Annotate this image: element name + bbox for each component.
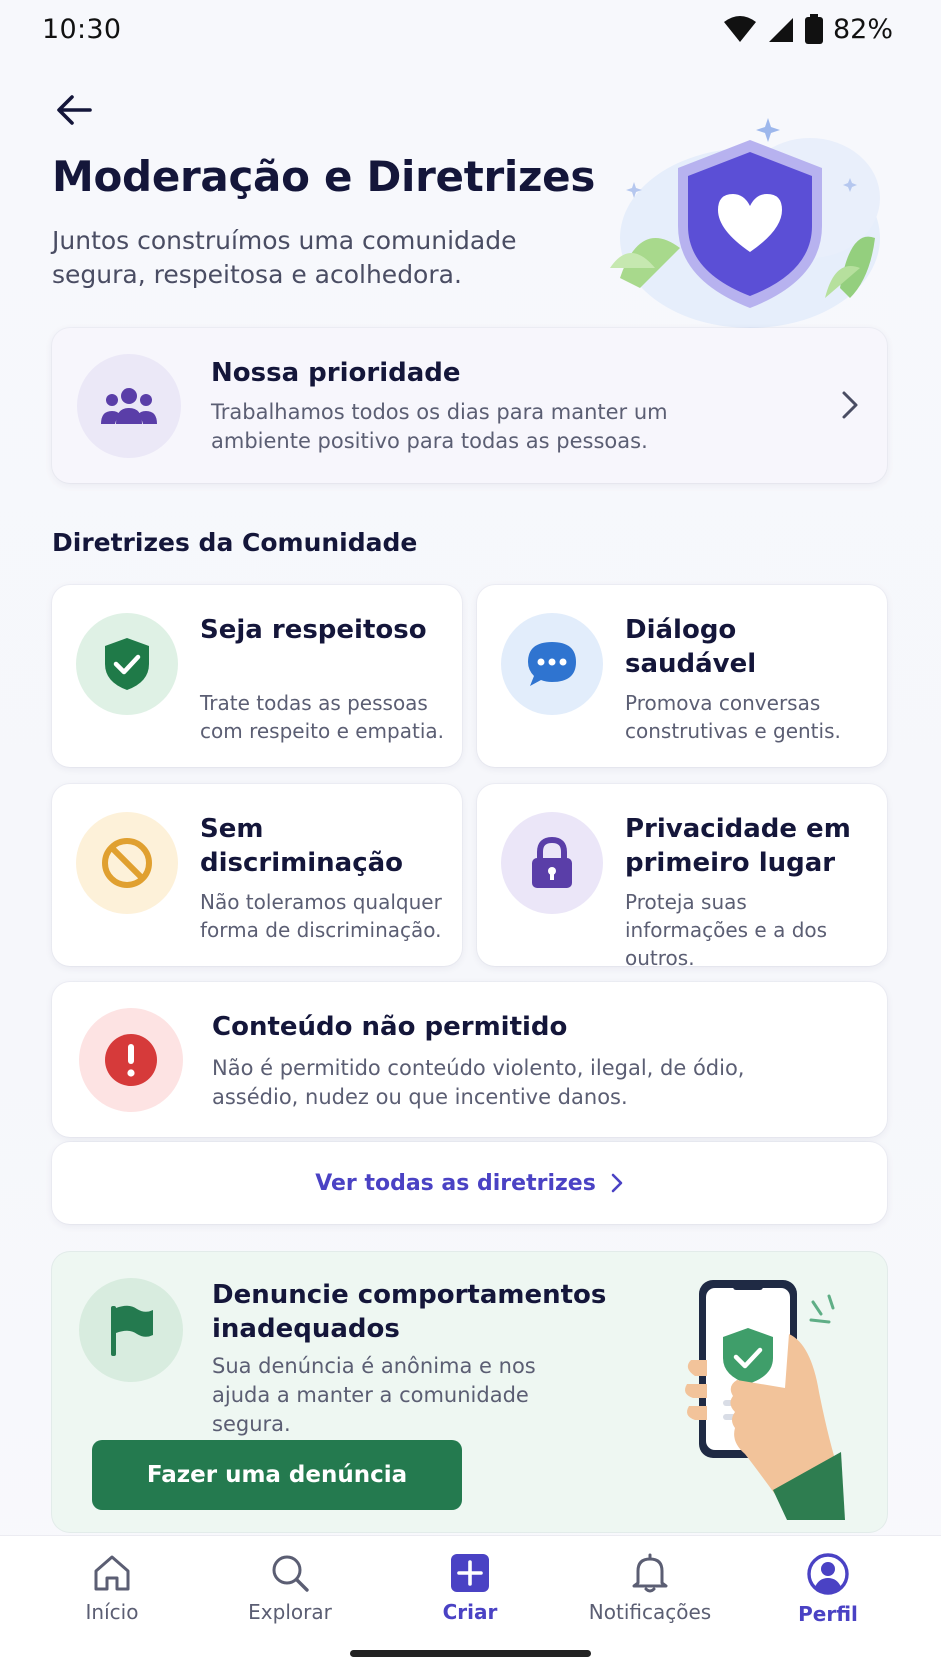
guideline-card-respect[interactable]: Seja respeitoso Trate todas as pessoas c… [52, 585, 462, 767]
profile-icon [807, 1553, 849, 1595]
plus-icon [451, 1554, 489, 1592]
guideline-icon-wrap [501, 812, 603, 914]
nav-item-notifications[interactable]: Notificações [575, 1552, 725, 1624]
status-bar: 10:30 82% [0, 0, 941, 58]
status-icons: 82% [723, 14, 893, 45]
people-group-icon [101, 388, 157, 424]
guideline-description: Proteja suas informações e a dos outros. [625, 890, 828, 970]
forbidden-description: Não é permitido conteúdo violento, ilega… [212, 1056, 745, 1109]
guideline-card-no-discrimination[interactable]: Sem discriminação Não toleramos qualquer… [52, 784, 462, 966]
chevron-right-icon [842, 391, 858, 419]
guideline-description: Promova conversas construtivas e gentis. [625, 691, 841, 743]
nav-label: Perfil [798, 1602, 858, 1626]
guideline-icon-wrap [76, 812, 178, 914]
make-report-button[interactable]: Fazer uma denúncia [92, 1440, 462, 1510]
alert-icon [105, 1034, 157, 1086]
flag-icon [111, 1305, 153, 1356]
chevron-right-icon [611, 1173, 623, 1193]
guideline-title: Sem discriminação [200, 814, 404, 878]
guideline-icon-wrap [76, 613, 178, 715]
guideline-title: Seja respeitoso [200, 615, 427, 645]
report-title: Denuncie comportamentos inadequados [212, 1280, 607, 1344]
page-subtitle: Juntos construímos uma comunidade segura… [52, 226, 517, 289]
nav-label: Notificações [588, 1600, 712, 1624]
chat-bubble-icon [528, 642, 576, 686]
shield-check-icon [105, 638, 149, 690]
page-title: Moderação e Diretrizes [52, 152, 596, 201]
home-icon [94, 1555, 130, 1591]
back-button[interactable] [50, 86, 98, 134]
guideline-title: Privacidade em primeiro lugar [625, 814, 851, 878]
prohibited-icon [102, 838, 152, 888]
nav-item-home[interactable]: Início [37, 1552, 187, 1624]
status-time: 10:30 [42, 13, 122, 45]
wifi-icon [723, 16, 756, 42]
shield-heart-illustration [610, 118, 880, 328]
nav-label: Criar [442, 1600, 498, 1624]
arrow-left-icon [57, 95, 92, 125]
guideline-card-privacy[interactable]: Privacidade em primeiro lugar Proteja su… [477, 784, 887, 970]
forbidden-title: Conteúdo não permitido [212, 1012, 568, 1042]
report-icon-wrap [79, 1278, 183, 1382]
priority-icon-wrap [77, 354, 181, 458]
nav-item-explore[interactable]: Explorar [215, 1552, 365, 1624]
phone-shield-illustration [685, 1280, 845, 1520]
guideline-description: Não toleramos qualquer forma de discrimi… [200, 890, 442, 942]
bell-icon [632, 1553, 668, 1593]
priority-description: Trabalhamos todos os dias para manter um… [211, 400, 668, 453]
search-icon [272, 1555, 309, 1592]
nav-item-create[interactable]: Criar [395, 1552, 545, 1624]
priority-title: Nossa prioridade [211, 358, 461, 388]
home-indicator[interactable] [350, 1650, 591, 1657]
report-card: Denuncie comportamentos inadequados Sua … [52, 1252, 887, 1532]
nav-label: Explorar [248, 1600, 332, 1624]
see-all-guidelines-link[interactable]: Ver todas as diretrizes [52, 1142, 887, 1224]
lock-icon [532, 836, 572, 888]
guideline-description: Trate todas as pessoas com respeito e em… [200, 691, 444, 743]
forbidden-content-card[interactable]: Conteúdo não permitido Não é permitido c… [52, 982, 887, 1137]
report-description: Sua denúncia é anônima e nos ajuda a man… [212, 1354, 536, 1436]
guideline-title: Diálogo saudável [625, 615, 757, 679]
priority-card[interactable]: Nossa prioridade Trabalhamos todos os di… [52, 328, 887, 483]
forbidden-icon-wrap [79, 1008, 183, 1112]
guideline-icon-wrap [501, 613, 603, 715]
section-heading-guidelines: Diretrizes da Comunidade [52, 528, 418, 557]
signal-icon [768, 18, 793, 42]
nav-label: Início [85, 1600, 139, 1624]
battery-icon [804, 14, 823, 44]
nav-item-profile[interactable]: Perfil [753, 1552, 903, 1626]
guideline-card-dialogue[interactable]: Diálogo saudável Promova conversas const… [477, 585, 887, 767]
see-all-label: Ver todas as diretrizes [315, 1170, 596, 1196]
battery-percentage: 82% [832, 13, 893, 45]
